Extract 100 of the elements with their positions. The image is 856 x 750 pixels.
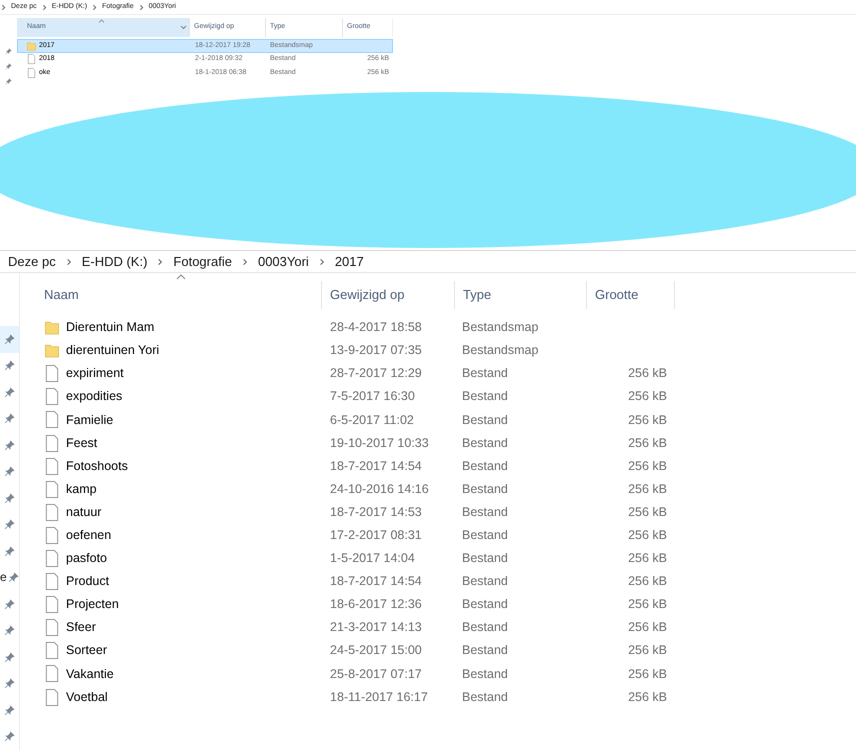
pin-icon[interactable] (4, 598, 15, 610)
pin-icon[interactable] (5, 63, 12, 70)
type-cell: Bestand (462, 389, 508, 404)
file-name[interactable]: pasfoto (66, 549, 108, 568)
size-cell: 256 kB (628, 643, 667, 658)
file-icon (45, 665, 59, 682)
pin-icon[interactable] (5, 78, 12, 85)
type-cell: Bestand (462, 458, 508, 473)
chevron-icon (156, 258, 164, 266)
date-cell: 24-5-2017 15:00 (330, 643, 422, 658)
size-cell: 256 kB (628, 666, 667, 681)
folder-icon (45, 342, 59, 360)
column-header[interactable]: Type (455, 281, 587, 309)
date-cell: 19-10-2017 10:33 (330, 436, 429, 450)
date-cell: 28-4-2017 18:58 (330, 320, 422, 334)
pin-icon[interactable] (4, 360, 15, 372)
pin-button[interactable] (0, 326, 19, 352)
type-cell: Bestand (462, 436, 508, 450)
file-name[interactable]: expiriment (66, 364, 124, 384)
breadcrumb-item[interactable]: 0003Yori (258, 252, 309, 272)
type-cell: Bestand (462, 574, 508, 588)
folder-icon (27, 40, 36, 51)
date-cell: 6-5-2017 11:02 (330, 412, 414, 427)
chevron-icon (318, 258, 326, 266)
file-name[interactable]: Dierentuin Mam (66, 318, 154, 337)
file-icon (45, 411, 59, 428)
date-cell: 28-7-2017 12:29 (330, 366, 422, 380)
pin-icon[interactable] (4, 652, 15, 663)
column-header[interactable]: Grootte (587, 281, 675, 309)
sort-caret-icon (98, 19, 105, 23)
chevron-icon (64, 258, 73, 266)
pin-icon[interactable] (4, 413, 15, 424)
chevron-icon (240, 258, 249, 266)
date-cell: 18-7-2017 14:54 (330, 458, 422, 473)
file-icon (45, 504, 59, 521)
size-cell: 256 kB (628, 458, 667, 473)
pin-icon[interactable] (5, 48, 12, 55)
column-header[interactable]: Naam (36, 281, 322, 309)
pin-icon[interactable] (4, 704, 15, 716)
file-name[interactable]: Product (66, 572, 110, 591)
type-cell: Bestand (462, 528, 508, 542)
pin-icon[interactable] (4, 546, 15, 557)
date-cell: 24-10-2016 14:16 (330, 482, 429, 496)
file-icon (45, 480, 59, 498)
size-cell: 256 kB (628, 412, 667, 427)
file-name[interactable]: Fotoshoots (66, 456, 128, 476)
dropdown-icon[interactable] (180, 25, 187, 30)
type-cell: Bestand (462, 597, 508, 612)
file-icon (45, 526, 59, 544)
file-name[interactable]: natuur (66, 502, 102, 522)
date-cell: 7-5-2017 16:30 (330, 389, 415, 404)
file-icon (27, 68, 36, 78)
pin-icon[interactable] (4, 440, 15, 451)
size-cell: 256 kB (628, 366, 667, 380)
file-icon (45, 596, 59, 614)
size-cell: 256 kB (628, 528, 667, 542)
file-name[interactable]: Famielie (66, 410, 114, 430)
file-name[interactable]: Sorteer (66, 641, 107, 660)
date-cell: 21-3-2017 14:13 (330, 620, 422, 634)
chevron-icon (40, 4, 48, 10)
file-icon (45, 550, 59, 567)
folder-icon (45, 319, 59, 336)
pin-icon[interactable] (4, 386, 15, 398)
pin-icon[interactable] (4, 466, 15, 478)
file-name[interactable]: Sfeer (66, 618, 96, 638)
file-icon (45, 642, 59, 660)
size-cell: 256 kB (628, 574, 667, 588)
pin-icon[interactable] (4, 731, 15, 742)
type-cell: Bestand (462, 620, 508, 634)
file-name[interactable]: expodities (66, 387, 122, 406)
type-cell: Bestand (462, 482, 508, 496)
size-cell: 256 kB (628, 620, 667, 634)
file-icon (45, 365, 59, 382)
file-name[interactable]: Vakantie (66, 664, 114, 684)
file-name[interactable]: Projecten (66, 595, 119, 614)
breadcrumb-item[interactable]: E-HDD (K:) (82, 252, 148, 272)
pin-icon[interactable] (4, 334, 15, 345)
pin-icon[interactable] (4, 625, 15, 636)
file-name[interactable]: kamp (66, 480, 97, 499)
breadcrumb-item[interactable]: Deze pc (8, 252, 56, 272)
breadcrumb-item[interactable]: 2017 (334, 252, 364, 272)
breadcrumb-item[interactable]: Fotografie (173, 252, 232, 272)
file-name[interactable]: Voetbal (66, 688, 108, 706)
type-cell: Bestand (462, 366, 508, 380)
pin-icon[interactable] (4, 678, 15, 690)
size-cell: 256 kB (628, 482, 667, 496)
type-cell: Bestand (462, 412, 508, 427)
type-cell: Bestand (462, 504, 508, 519)
file-name[interactable]: Feest (66, 434, 98, 452)
pin-icon[interactable] (4, 492, 15, 504)
file-name[interactable]: oefenen (66, 526, 112, 545)
size-cell: 256 kB (628, 389, 667, 404)
pin-icon[interactable] (4, 519, 15, 530)
size-cell: 256 kB (628, 597, 667, 612)
column-header[interactable]: Gewijzigd op (322, 281, 455, 309)
type-cell: Bestandsmap (462, 343, 538, 358)
type-cell: Bestand (462, 643, 508, 658)
file-icon (45, 388, 59, 406)
pin-icon[interactable] (8, 572, 19, 584)
file-name[interactable]: dierentuinen Yori (66, 341, 160, 360)
